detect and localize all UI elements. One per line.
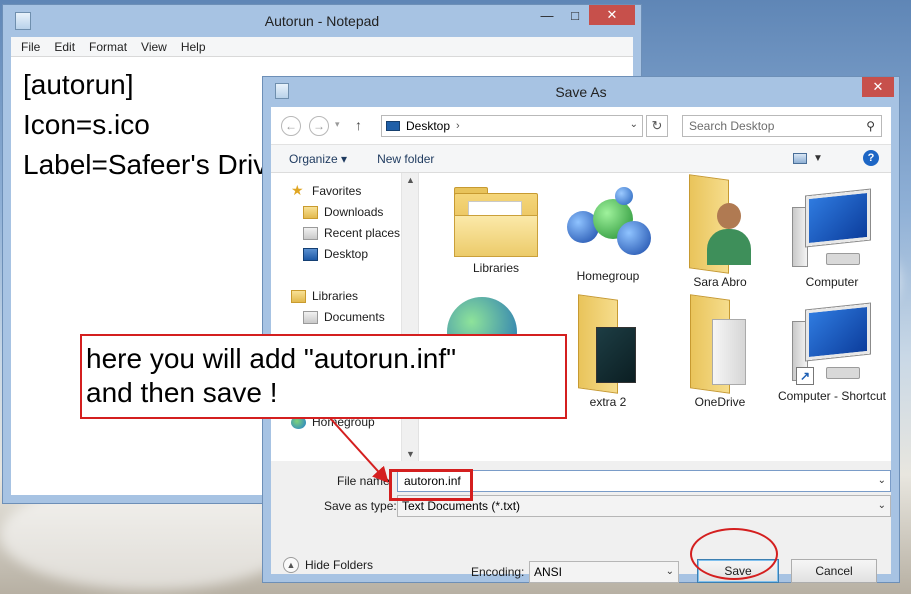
chevron-down-icon: ⌄ xyxy=(665,566,674,577)
folder-icon xyxy=(454,187,538,257)
new-folder-button[interactable]: New folder xyxy=(377,152,434,166)
file-label: Homegroup xyxy=(576,269,640,283)
homegroup-icon xyxy=(565,185,651,265)
cancel-button[interactable]: Cancel xyxy=(791,559,877,583)
hide-folders-label: Hide Folders xyxy=(305,558,374,572)
star-icon: ★ xyxy=(291,182,304,198)
menu-file[interactable]: File xyxy=(21,40,40,54)
file-item-libraries[interactable]: Libraries xyxy=(441,187,551,276)
search-input[interactable]: Search Desktop ⚲ xyxy=(682,115,882,137)
hide-folders-button[interactable]: ▲ Hide Folders xyxy=(283,557,373,573)
encoding-select[interactable]: ANSI ⌄ xyxy=(529,561,679,583)
globe-icon xyxy=(447,297,517,337)
nav-label: Recent places xyxy=(324,226,401,240)
address-text: Desktop xyxy=(406,119,451,133)
recent-dropdown-icon[interactable]: ▾ xyxy=(335,119,340,130)
nav-downloads[interactable]: Downloads xyxy=(303,205,383,219)
toolbar: Organize ▾ New folder ▼ ? xyxy=(271,145,891,173)
shortcut-arrow-icon: ↗ xyxy=(796,367,814,385)
file-label: Libraries xyxy=(472,261,520,275)
notepad-menubar: File Edit Format View Help xyxy=(11,37,633,57)
notepad-titlebar[interactable]: Autorun - Notepad — □ ✕ xyxy=(3,5,641,37)
annotation-line-1: here you will add "autorun.inf" xyxy=(86,343,457,374)
menu-format[interactable]: Format xyxy=(89,40,127,54)
file-label: extra 2 xyxy=(589,395,627,409)
menu-help[interactable]: Help xyxy=(181,40,206,54)
chevron-right-icon: › xyxy=(456,120,460,132)
organize-button[interactable]: Organize ▾ xyxy=(289,152,347,166)
scroll-down-icon[interactable]: ▼ xyxy=(406,449,415,459)
chevron-down-icon[interactable]: ⌄ xyxy=(878,475,886,486)
close-icon[interactable]: ✕ xyxy=(589,5,635,25)
change-view-button[interactable]: ▼ xyxy=(793,150,829,166)
menu-edit[interactable]: Edit xyxy=(54,40,75,54)
chevron-down-icon[interactable]: ⌄ xyxy=(630,119,638,130)
save-as-dialog: Save As ✕ ← → ▾ ↑ Desktop › ⌄ ↻ Search D… xyxy=(262,76,900,583)
help-icon[interactable]: ? xyxy=(863,150,879,166)
scroll-up-icon[interactable]: ▲ xyxy=(406,175,415,185)
close-icon[interactable]: ✕ xyxy=(862,77,894,97)
chevron-up-icon: ▲ xyxy=(283,557,299,573)
folder-icon xyxy=(690,294,750,394)
annotation-highlight-filename xyxy=(389,469,473,501)
nav-libraries[interactable]: Libraries xyxy=(291,289,358,303)
file-item-extra-2[interactable]: extra 2 xyxy=(553,294,663,410)
file-item-computer-shortcut[interactable]: ↗ Computer - Shortcut xyxy=(777,303,887,404)
nav-recent-places[interactable]: Recent places xyxy=(303,226,400,240)
nav-documents[interactable]: Documents xyxy=(303,310,385,324)
menu-view[interactable]: View xyxy=(141,40,167,54)
desktop-icon xyxy=(303,247,318,261)
maximize-icon[interactable]: □ xyxy=(561,5,589,25)
up-arrow-icon[interactable]: ↑ xyxy=(355,117,362,133)
chevron-down-icon: ⌄ xyxy=(877,500,886,511)
minimize-icon[interactable]: — xyxy=(533,5,561,25)
desktop-icon xyxy=(386,121,400,131)
file-item-sara-abro[interactable]: Sara Abro xyxy=(665,174,775,290)
file-label: Computer xyxy=(805,275,859,289)
save-as-type-value: Text Documents (*.txt) xyxy=(402,499,521,513)
file-label: OneDrive xyxy=(694,395,746,409)
search-icon: ⚲ xyxy=(866,119,875,133)
view-icon xyxy=(793,152,807,164)
nav-label: Downloads xyxy=(324,205,384,219)
encoding-label: Encoding: xyxy=(471,565,525,579)
forward-arrow-icon[interactable]: → xyxy=(309,116,329,136)
chevron-down-icon: ▼ xyxy=(813,152,823,164)
search-placeholder: Search Desktop xyxy=(689,119,775,133)
file-item-onedrive[interactable]: OneDrive xyxy=(665,294,775,410)
annotation-callout: here you will add "autorun.inf" and then… xyxy=(80,334,567,419)
nav-label: Documents xyxy=(324,310,385,324)
file-label: Sara Abro xyxy=(693,275,747,289)
file-name-label: File name: xyxy=(337,474,394,488)
dialog-titlebar[interactable]: Save As ✕ xyxy=(263,77,899,107)
window-controls: — □ ✕ xyxy=(533,5,635,25)
dialog-title: Save As xyxy=(555,84,607,100)
file-label: Computer - Shortcut xyxy=(777,389,887,403)
address-bar[interactable]: Desktop › ⌄ xyxy=(381,115,643,137)
refresh-icon[interactable]: ↻ xyxy=(646,115,668,137)
save-options-area: File name: autoron.inf ⌄ Save as type: T… xyxy=(271,461,891,583)
nav-label: Desktop xyxy=(324,247,369,261)
encoding-value: ANSI xyxy=(534,565,563,579)
nav-label: Favorites xyxy=(312,183,362,198)
libraries-icon xyxy=(291,289,306,303)
computer-icon xyxy=(792,189,872,271)
folder-icon xyxy=(578,294,638,394)
annotation-line-2: and then save ! xyxy=(86,377,278,408)
annotation-highlight-save xyxy=(690,528,778,580)
file-item-computer[interactable]: Computer xyxy=(777,189,887,290)
nav-desktop[interactable]: Desktop xyxy=(303,247,368,261)
downloads-folder-icon xyxy=(303,205,318,219)
nav-favorites[interactable]: ★ Favorites xyxy=(291,183,361,198)
back-arrow-icon[interactable]: ← xyxy=(281,116,301,136)
save-as-type-label: Save as type: xyxy=(324,499,397,513)
computer-shortcut-icon: ↗ xyxy=(792,303,872,385)
address-row: ← → ▾ ↑ Desktop › ⌄ ↻ Search Desktop ⚲ xyxy=(271,107,891,145)
recent-places-icon xyxy=(303,226,318,240)
file-item-homegroup[interactable]: Homegroup xyxy=(553,185,663,284)
user-folder-icon xyxy=(689,174,751,274)
nav-label: Libraries xyxy=(312,289,359,303)
documents-icon xyxy=(303,310,318,324)
